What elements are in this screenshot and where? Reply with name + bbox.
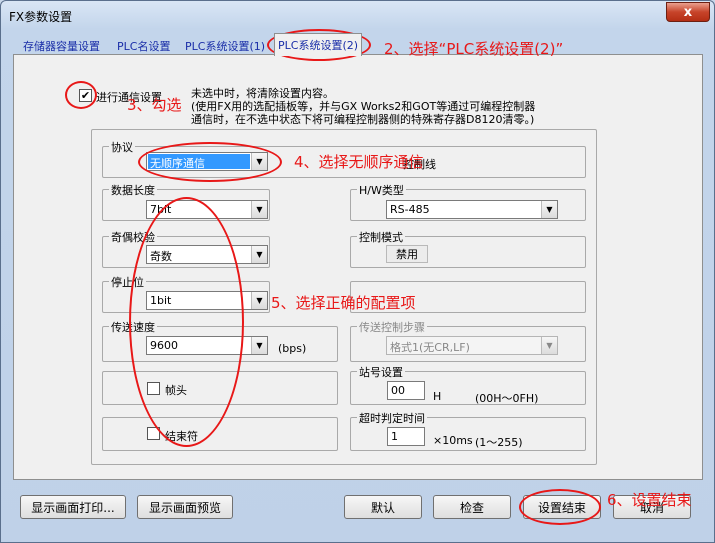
timeout-label: 超时判定时间 bbox=[357, 410, 427, 426]
chevron-down-icon: ▼ bbox=[251, 292, 267, 309]
comm-note-line-3: 通信时，在不选中状态下将可编程控制器侧的特殊寄存器D8120清零。) bbox=[191, 113, 535, 126]
chevron-down-icon: ▼ bbox=[251, 201, 267, 218]
tab-plc-name[interactable]: PLC名设置 bbox=[117, 35, 170, 55]
default-button[interactable]: 默认 bbox=[344, 495, 422, 519]
hw-type-label: H/W类型 bbox=[357, 182, 406, 198]
tab-memory-capacity[interactable]: 存储器容量设置 bbox=[23, 35, 100, 55]
transmit-steps-label: 传送控制步骤 bbox=[357, 319, 427, 335]
finish-highlight-ellipse bbox=[519, 489, 601, 525]
chevron-down-icon: ▼ bbox=[541, 201, 557, 218]
chevron-down-icon: ▼ bbox=[251, 337, 267, 354]
station-unit: H bbox=[433, 390, 442, 403]
speed-unit: (bps) bbox=[278, 342, 307, 355]
chevron-down-icon: ▼ bbox=[541, 337, 557, 354]
chevron-down-icon: ▼ bbox=[251, 246, 267, 263]
annotation-step-5: 5、选择正确的配置项 bbox=[271, 294, 416, 312]
transmit-steps-select[interactable]: 格式1(无CR,LF) ▼ bbox=[386, 336, 558, 355]
annotation-step-4: 4、选择无顺序通信 bbox=[294, 153, 424, 171]
fx-parameter-window: FX参数设置 x 存储器容量设置 PLC名设置 PLC系统设置(1) PLC系统… bbox=[0, 0, 715, 543]
close-button[interactable]: x bbox=[666, 2, 710, 22]
station-label: 站号设置 bbox=[357, 364, 405, 380]
protocol-highlight-ellipse bbox=[138, 142, 282, 182]
timeout-input[interactable]: 1 bbox=[387, 427, 425, 446]
checkbox-highlight-ellipse bbox=[65, 81, 97, 109]
data-length-label: 数据长度 bbox=[109, 182, 157, 198]
tab-bar: 存储器容量设置 PLC名设置 PLC系统设置(1) PLC系统设置(2) bbox=[13, 33, 703, 56]
station-range: (00H～0FH) bbox=[475, 392, 539, 405]
transmit-steps-value: 格式1(无CR,LF) bbox=[390, 341, 470, 354]
annotation-step-6: 6、设置结束 bbox=[607, 491, 692, 509]
control-mode-value: 禁用 bbox=[386, 245, 428, 263]
window-title: FX参数设置 bbox=[9, 10, 73, 24]
annotation-step-2: 2、选择“PLC系统设置(2)” bbox=[384, 40, 564, 58]
control-mode-label: 控制模式 bbox=[357, 229, 405, 245]
config-highlight-ellipse bbox=[129, 197, 244, 447]
station-input[interactable]: 00 bbox=[387, 381, 425, 400]
hw-type-select[interactable]: RS-485 ▼ bbox=[386, 200, 558, 219]
check-button[interactable]: 检查 bbox=[433, 495, 511, 519]
print-screen-button[interactable]: 显示画面打印... bbox=[20, 495, 126, 519]
preview-screen-button[interactable]: 显示画面预览 bbox=[137, 495, 233, 519]
tab-plc-system-1[interactable]: PLC系统设置(1) bbox=[185, 35, 265, 55]
timeout-unit: ×10ms bbox=[433, 434, 473, 447]
tab-plc-system-2[interactable]: PLC系统设置(2) bbox=[274, 33, 363, 56]
protocol-label: 协议 bbox=[109, 139, 135, 155]
hw-type-value: RS-485 bbox=[390, 203, 430, 216]
timeout-range: (1～255) bbox=[475, 436, 523, 449]
annotation-step-3: 3、勾选 bbox=[127, 96, 182, 114]
